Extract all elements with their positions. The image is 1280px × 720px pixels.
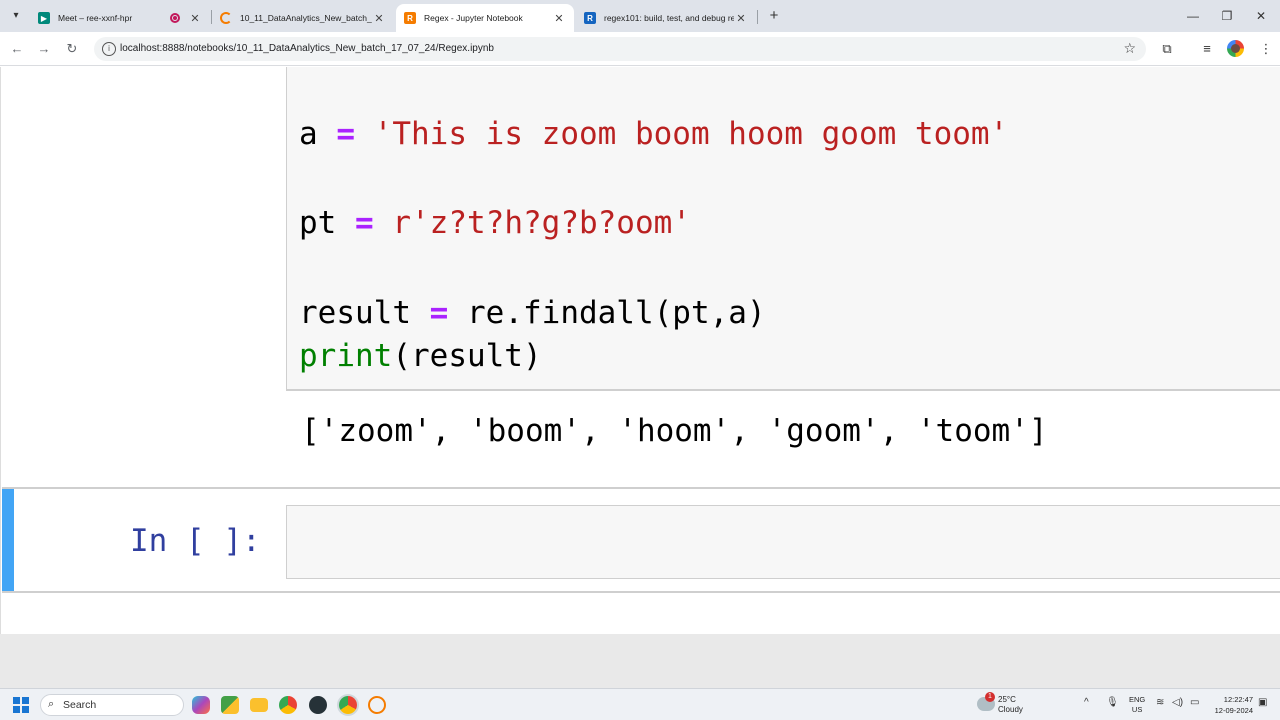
restore-button[interactable]: ❐: [1210, 6, 1244, 26]
code-line-2: pt = r'z?t?h?g?b?oom': [299, 205, 691, 241]
chevron-down-icon: ▾: [13, 10, 19, 21]
minimize-button[interactable]: —: [1176, 6, 1210, 26]
weather-text[interactable]: 25°C Cloudy: [998, 695, 1023, 715]
chevron-up-icon[interactable]: ^: [1084, 697, 1089, 708]
address-bar: ← → ↻ i localhost:8888/notebooks/10_11_D…: [0, 32, 1280, 66]
reload-icon: ↻: [66, 41, 78, 56]
file-explorer-icon[interactable]: [250, 698, 268, 712]
url-text: localhost:8888/notebooks/10_11_DataAnaly…: [120, 43, 494, 54]
speaker-icon[interactable]: ◁): [1172, 697, 1183, 708]
weather-temp: 25°C: [998, 695, 1016, 704]
selected-empty-cell[interactable]: In [ ]:: [2, 487, 1280, 593]
forward-icon: →: [37, 41, 51, 56]
regex-favicon: R: [404, 12, 416, 24]
tab-title: Meet – ree-xxnf-hpr: [58, 13, 133, 23]
clock-time: 12:22:47: [1223, 695, 1253, 704]
code-line-3: result = re.findall(pt,a): [299, 295, 766, 331]
clock-date: 12-09-2024: [1214, 706, 1253, 715]
close-icon[interactable]: ✕: [552, 12, 566, 25]
tab-title: regex101: build, test, and debug regex: [604, 13, 734, 23]
new-tab-button[interactable]: +: [764, 6, 784, 26]
close-icon[interactable]: ✕: [734, 12, 748, 25]
obs-icon[interactable]: [309, 696, 327, 714]
notification-icon[interactable]: ▣: [1258, 697, 1267, 708]
close-window-button[interactable]: ✕: [1244, 6, 1278, 26]
tab-meet[interactable]: ▶ Meet – ree-xxnf-hpr ✕: [30, 4, 210, 32]
meet-icon: ▶: [38, 12, 50, 24]
tab-regex101[interactable]: R regex101: build, test, and debug regex…: [576, 4, 756, 32]
jupyter-taskbar-icon[interactable]: [368, 696, 386, 714]
notebook-bottom-area: [0, 634, 1280, 688]
lang-region: US: [1131, 705, 1143, 714]
wifi-icon[interactable]: ≋: [1156, 697, 1164, 708]
code-line-1: a = 'This is zoom boom hoom goom toom': [299, 116, 1009, 152]
more-vert-icon: ⋮: [1259, 41, 1273, 56]
bookmark-star-icon[interactable]: ☆: [1123, 40, 1136, 57]
tab-divider: [757, 10, 758, 24]
system-clock[interactable]: 12:22:47 12-09-2024: [1207, 694, 1253, 716]
tab-search-button[interactable]: ▾: [6, 6, 26, 26]
input-prompt: In [ ]:: [130, 523, 261, 559]
taskbar: ⌕ Search 1 25°C Cloudy ^ 🎙 ENG US ≋ ◁) ▭…: [0, 688, 1280, 720]
back-icon: ←: [10, 41, 24, 56]
cell-selection-bar: [2, 489, 14, 591]
url-field[interactable]: i localhost:8888/notebooks/10_11_DataAna…: [94, 37, 1146, 61]
notebook-area: a = 'This is zoom boom hoom goom toom' p…: [0, 67, 1280, 634]
plus-icon: +: [769, 7, 779, 24]
browser-menu-button[interactable]: ⋮: [1256, 39, 1276, 59]
code-line-4: print(result): [299, 338, 542, 374]
tab-jupyter-notebook[interactable]: 10_11_DataAnalytics_New_batch_17_0 ✕: [212, 4, 394, 32]
tab-title: Regex - Jupyter Notebook: [424, 13, 523, 23]
copilot-icon[interactable]: [192, 696, 210, 714]
cell-input-editor[interactable]: [286, 505, 1280, 579]
restore-icon: ❐: [1221, 9, 1233, 23]
windows-logo-icon[interactable]: [13, 697, 29, 713]
battery-icon[interactable]: ▭: [1190, 697, 1199, 708]
record-icon: [170, 13, 180, 23]
search-label: Search: [63, 699, 97, 711]
search-icon: ⌕: [48, 698, 55, 710]
chrome-profile-icon[interactable]: [339, 696, 357, 714]
forward-button[interactable]: →: [34, 39, 54, 59]
chrome-icon[interactable]: [279, 696, 297, 714]
minimize-icon: —: [1187, 9, 1199, 23]
close-icon[interactable]: ✕: [372, 12, 386, 25]
cell-output: ['zoom', 'boom', 'hoom', 'goom', 'toom']: [301, 413, 1048, 449]
input-language[interactable]: ENG US: [1129, 695, 1145, 715]
back-button[interactable]: ←: [7, 39, 27, 59]
reload-button[interactable]: ↻: [62, 39, 82, 59]
taskbar-search[interactable]: ⌕ Search: [40, 694, 184, 716]
regex101-favicon: R: [584, 12, 596, 24]
jupyter-loading-icon: [220, 12, 232, 24]
profile-avatar[interactable]: [1227, 40, 1244, 57]
close-icon[interactable]: ✕: [188, 12, 202, 25]
lang-code: ENG: [1129, 695, 1146, 704]
close-icon: ✕: [1255, 9, 1267, 23]
weather-desc: Cloudy: [998, 705, 1023, 714]
widgets-icon[interactable]: [221, 696, 239, 714]
tab-regex-notebook[interactable]: R Regex - Jupyter Notebook ✕: [396, 4, 574, 32]
tab-strip: ▾ ▶ Meet – ree-xxnf-hpr ✕ 10_11_DataAnal…: [0, 0, 1280, 32]
tab-title: 10_11_DataAnalytics_New_batch_17_0: [240, 13, 372, 23]
media-icon: ≡: [1203, 41, 1211, 56]
site-info-icon[interactable]: i: [102, 42, 116, 56]
media-controls-button[interactable]: ≡: [1197, 39, 1217, 59]
mic-icon[interactable]: 🎙: [1106, 697, 1119, 708]
code-cell[interactable]: a = 'This is zoom boom hoom goom toom' p…: [286, 67, 1280, 391]
extensions-button[interactable]: ⧉: [1157, 39, 1177, 59]
extensions-icon: ⧉: [1162, 41, 1172, 56]
weather-badge: 1: [985, 692, 995, 702]
